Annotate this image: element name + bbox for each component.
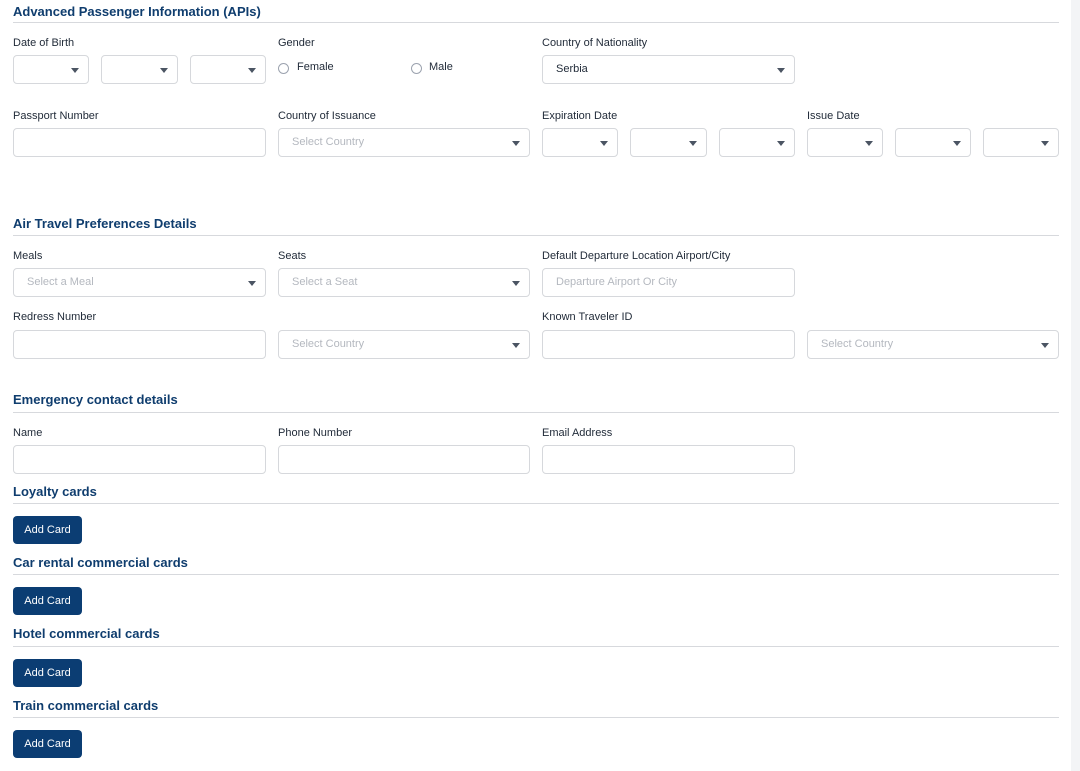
meals-select[interactable]: Select a Meal (13, 268, 266, 297)
female-radio[interactable] (278, 63, 289, 74)
section-divider (13, 503, 1059, 504)
meals-placeholder: Select a Meal (27, 276, 94, 288)
section-title-hotel: Hotel commercial cards (13, 626, 160, 641)
chevron-down-icon (512, 281, 520, 286)
departure-placeholder: Departure Airport Or City (556, 276, 678, 288)
dob-label: Date of Birth (13, 37, 75, 49)
redress-label: Redress Number (13, 311, 97, 323)
emergency-email-input[interactable] (542, 445, 795, 474)
nationality-value: Serbia (556, 63, 588, 75)
male-label: Male (429, 61, 453, 73)
male-radio[interactable] (411, 63, 422, 74)
emergency-email-label: Email Address (542, 427, 613, 439)
chevron-down-icon (689, 141, 697, 146)
section-title-emergency: Emergency contact details (13, 392, 178, 407)
dob-day-select[interactable] (101, 55, 178, 84)
chevron-down-icon (71, 68, 79, 73)
expiration-label: Expiration Date (542, 110, 618, 122)
chevron-down-icon (160, 68, 168, 73)
ktid-country-select[interactable]: Select Country (807, 330, 1059, 359)
section-title-air: Air Travel Preferences Details (13, 216, 197, 231)
chevron-down-icon (777, 68, 785, 73)
dob-month-select[interactable] (13, 55, 89, 84)
add-train-card-button[interactable]: Add Card (13, 730, 82, 758)
page-scrollbar[interactable] (1071, 0, 1080, 771)
dob-year-select[interactable] (190, 55, 266, 84)
issue-month-select[interactable] (807, 128, 883, 157)
issuance-label: Country of Issuance (278, 110, 376, 122)
issue-day-select[interactable] (895, 128, 971, 157)
ktid-country-placeholder: Select Country (821, 338, 894, 350)
seats-label: Seats (278, 250, 307, 262)
chevron-down-icon (512, 343, 520, 348)
expiration-year-select[interactable] (719, 128, 795, 157)
chevron-down-icon (953, 141, 961, 146)
add-hotel-card-button[interactable]: Add Card (13, 659, 82, 687)
section-divider (13, 412, 1059, 413)
section-title-apis: Advanced Passenger Information (APIs) (13, 4, 261, 19)
chevron-down-icon (248, 281, 256, 286)
chevron-down-icon (865, 141, 873, 146)
issuance-country-select[interactable]: Select Country (278, 128, 530, 157)
issue-year-select[interactable] (983, 128, 1059, 157)
chevron-down-icon (777, 141, 785, 146)
redress-country-select[interactable]: Select Country (278, 330, 530, 359)
expiration-month-select[interactable] (542, 128, 618, 157)
seats-placeholder: Select a Seat (292, 276, 358, 288)
chevron-down-icon (248, 68, 256, 73)
known-traveler-id-input[interactable] (542, 330, 795, 359)
departure-label: Default Departure Location Airport/City (542, 250, 731, 262)
chevron-down-icon (1041, 141, 1049, 146)
issuance-placeholder: Select Country (292, 136, 365, 148)
chevron-down-icon (512, 141, 520, 146)
chevron-down-icon (600, 141, 608, 146)
female-label: Female (297, 61, 334, 73)
section-title-car-rental: Car rental commercial cards (13, 555, 188, 570)
seats-select[interactable]: Select a Seat (278, 268, 530, 297)
passport-label: Passport Number (13, 110, 99, 122)
chevron-down-icon (1041, 343, 1049, 348)
profile-form-panel: Advanced Passenger Information (APIs) Da… (0, 0, 1072, 771)
emergency-phone-label: Phone Number (278, 427, 352, 439)
section-divider (13, 235, 1059, 236)
emergency-name-label: Name (13, 427, 43, 439)
emergency-name-input[interactable] (13, 445, 266, 474)
issue-date-label: Issue Date (807, 110, 860, 122)
section-title-train: Train commercial cards (13, 698, 159, 713)
expiration-day-select[interactable] (630, 128, 707, 157)
nationality-select[interactable]: Serbia (542, 55, 795, 84)
section-divider (13, 717, 1059, 718)
emergency-phone-input[interactable] (278, 445, 530, 474)
passport-number-input[interactable] (13, 128, 266, 157)
redress-number-input[interactable] (13, 330, 266, 359)
meals-label: Meals (13, 250, 43, 262)
add-loyalty-card-button[interactable]: Add Card (13, 516, 82, 544)
nationality-label: Country of Nationality (542, 37, 648, 49)
section-title-loyalty: Loyalty cards (13, 484, 97, 499)
ktid-label: Known Traveler ID (542, 311, 633, 323)
section-divider (13, 574, 1059, 575)
departure-input[interactable]: Departure Airport Or City (542, 268, 795, 297)
add-car-rental-card-button[interactable]: Add Card (13, 587, 82, 615)
gender-label: Gender (278, 37, 315, 49)
redress-country-placeholder: Select Country (292, 338, 365, 350)
section-divider (13, 646, 1059, 647)
section-divider (13, 22, 1059, 23)
